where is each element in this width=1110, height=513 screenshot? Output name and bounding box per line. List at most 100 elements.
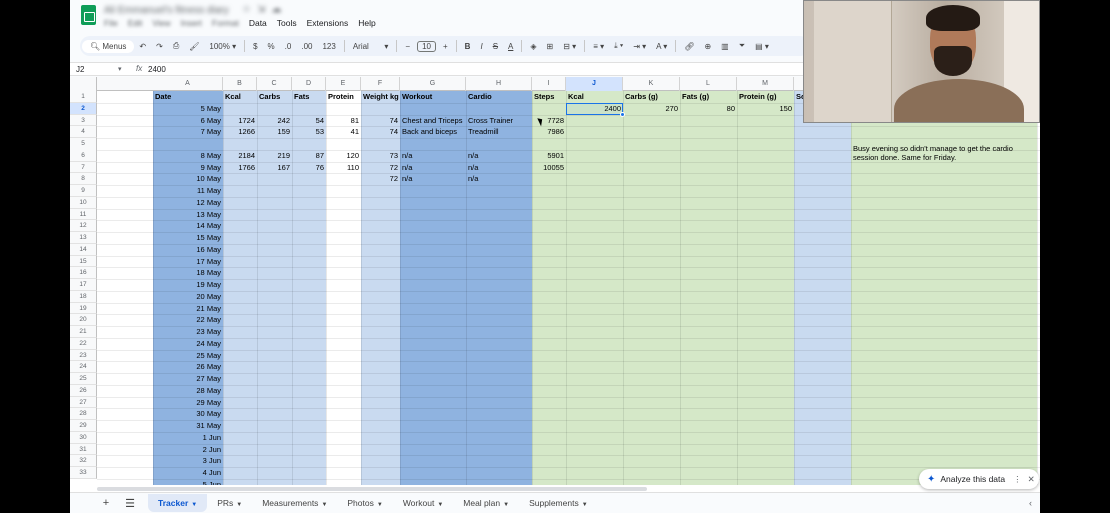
tab-dropdown-icon[interactable]: ▼ bbox=[191, 502, 197, 508]
row-header[interactable]: 9 bbox=[70, 185, 97, 197]
row-header[interactable]: 2 bbox=[70, 102, 97, 115]
filter-icon[interactable]: ⏷ bbox=[734, 41, 750, 51]
note-cell[interactable]: Busy evening so didn't manage to get the… bbox=[853, 144, 1033, 162]
sheet-tab-tracker[interactable]: Tracker ▼ bbox=[148, 494, 208, 512]
horizontal-scrollbar[interactable] bbox=[70, 485, 1040, 492]
cell[interactable]: Protein (g) bbox=[737, 91, 794, 103]
fill-color-icon[interactable]: ◈ bbox=[525, 42, 541, 51]
menu-file[interactable]: File bbox=[104, 18, 118, 30]
cell[interactable]: Fats bbox=[292, 91, 326, 103]
more-options-icon[interactable]: ⋮ bbox=[1013, 474, 1022, 485]
menu-insert[interactable]: Insert bbox=[181, 18, 202, 30]
cell[interactable]: Chest and Triceps bbox=[400, 115, 466, 127]
cell[interactable]: n/a bbox=[466, 162, 532, 174]
cell[interactable]: 76 bbox=[292, 162, 326, 174]
cell[interactable]: 21 May bbox=[153, 303, 223, 315]
font-size-input[interactable]: 10 bbox=[417, 40, 436, 52]
close-icon[interactable]: ✕ bbox=[1028, 474, 1035, 485]
add-sheet-icon[interactable]: + bbox=[100, 497, 112, 509]
cell[interactable]: 12 May bbox=[153, 197, 223, 209]
tab-dropdown-icon[interactable]: ▼ bbox=[236, 502, 242, 508]
cell[interactable]: 74 bbox=[361, 115, 400, 127]
strikethrough-button[interactable]: S bbox=[488, 42, 503, 51]
row-header[interactable]: 31 bbox=[70, 443, 97, 456]
row-header[interactable]: 28 bbox=[70, 408, 97, 420]
select-all-corner[interactable] bbox=[70, 77, 97, 91]
cell[interactable]: 150 bbox=[737, 103, 794, 115]
all-sheets-icon[interactable]: ☰ bbox=[124, 497, 136, 510]
row-header[interactable]: 25 bbox=[70, 373, 97, 385]
font-select[interactable]: Arial ▾ bbox=[348, 42, 394, 51]
row-header[interactable]: 14 bbox=[70, 243, 97, 256]
currency-button[interactable]: $ bbox=[248, 42, 262, 51]
tab-dropdown-icon[interactable]: ▼ bbox=[321, 502, 327, 508]
cell[interactable]: 1724 bbox=[223, 115, 257, 127]
row-header[interactable]: 4 bbox=[70, 126, 97, 138]
cell[interactable]: 5901 bbox=[532, 150, 566, 162]
cell[interactable]: 53 bbox=[292, 126, 326, 138]
search-menus-button[interactable]: 🔍︎ Menus bbox=[82, 39, 135, 53]
sheet-tab-meal-plan[interactable]: Meal plan ▼ bbox=[453, 494, 519, 512]
sheet-tab-photos[interactable]: Photos ▼ bbox=[337, 494, 392, 512]
cell[interactable]: Cross Trainer bbox=[466, 115, 532, 127]
cell[interactable]: 2184 bbox=[223, 150, 257, 162]
row-header[interactable]: 1 bbox=[70, 91, 97, 103]
row-header[interactable]: 29 bbox=[70, 420, 97, 432]
cell[interactable]: 1 Jun bbox=[153, 432, 223, 444]
cell[interactable]: 28 May bbox=[153, 385, 223, 397]
zoom-select[interactable]: 100% ▾ bbox=[204, 42, 241, 51]
cell[interactable]: 26 May bbox=[153, 361, 223, 373]
row-header[interactable]: 13 bbox=[70, 232, 97, 244]
cell[interactable]: 17 May bbox=[153, 256, 223, 268]
cell[interactable]: 10 May bbox=[153, 173, 223, 185]
cell[interactable]: 72 bbox=[361, 162, 400, 174]
row-header[interactable]: 7 bbox=[70, 161, 97, 174]
row-header[interactable]: 10 bbox=[70, 196, 97, 209]
cell[interactable]: 13 May bbox=[153, 209, 223, 221]
row-header[interactable]: 16 bbox=[70, 267, 97, 279]
cell[interactable]: 22 May bbox=[153, 314, 223, 326]
column-header-e[interactable]: E bbox=[326, 77, 361, 91]
undo-icon[interactable]: ↶ bbox=[134, 42, 151, 51]
cell[interactable]: Protein bbox=[326, 91, 361, 103]
row-header[interactable]: 22 bbox=[70, 337, 97, 350]
cell[interactable]: 31 May bbox=[153, 420, 223, 432]
cell[interactable]: 8 May bbox=[153, 150, 223, 162]
number-format-button[interactable]: 123 bbox=[317, 42, 340, 51]
fill-handle[interactable] bbox=[620, 111, 625, 117]
row-header[interactable]: 12 bbox=[70, 220, 97, 232]
column-header-h[interactable]: H bbox=[466, 77, 532, 91]
row-header[interactable]: 20 bbox=[70, 314, 97, 326]
cell[interactable]: 20 May bbox=[153, 291, 223, 303]
name-box-dropdown-icon[interactable]: ▾ bbox=[118, 65, 122, 73]
percent-button[interactable]: % bbox=[263, 42, 280, 51]
cell[interactable]: 2 Jun bbox=[153, 444, 223, 456]
cell[interactable]: Weight kg bbox=[361, 91, 400, 103]
sheets-logo-icon[interactable] bbox=[81, 5, 96, 25]
column-header-b[interactable]: B bbox=[223, 77, 257, 91]
cell[interactable]: 159 bbox=[257, 126, 292, 138]
link-icon[interactable]: 🔗︎ bbox=[679, 42, 699, 51]
cell[interactable]: 6 May bbox=[153, 115, 223, 127]
sheet-tab-workout[interactable]: Workout ▼ bbox=[393, 494, 453, 512]
row-header[interactable]: 8 bbox=[70, 173, 97, 185]
cell[interactable]: 7 May bbox=[153, 126, 223, 138]
sheet-tab-supplements[interactable]: Supplements ▼ bbox=[519, 494, 598, 512]
cell[interactable]: 5 May bbox=[153, 103, 223, 115]
cell[interactable]: 10055 bbox=[532, 162, 566, 174]
spreadsheet-grid[interactable]: ABCDEFGHIJKLMNO1234567891011121314151617… bbox=[70, 77, 1040, 485]
decrease-decimal-button[interactable]: .0 bbox=[280, 42, 297, 51]
menu-tools[interactable]: Tools bbox=[277, 18, 297, 30]
cloud-icon[interactable]: ☁ bbox=[271, 4, 287, 15]
cell[interactable]: 16 May bbox=[153, 244, 223, 256]
cell[interactable]: Back and biceps bbox=[400, 126, 466, 138]
column-header-m[interactable]: M bbox=[737, 77, 794, 91]
sheet-tab-measurements[interactable]: Measurements ▼ bbox=[252, 494, 337, 512]
row-header[interactable]: 33 bbox=[70, 467, 97, 479]
cell[interactable]: Carbs bbox=[257, 91, 292, 103]
name-box[interactable]: J2 bbox=[76, 65, 84, 74]
column-header-i[interactable]: I bbox=[532, 77, 566, 91]
cell[interactable]: 19 May bbox=[153, 279, 223, 291]
cell[interactable]: Date bbox=[153, 91, 223, 103]
cell[interactable]: n/a bbox=[466, 173, 532, 185]
